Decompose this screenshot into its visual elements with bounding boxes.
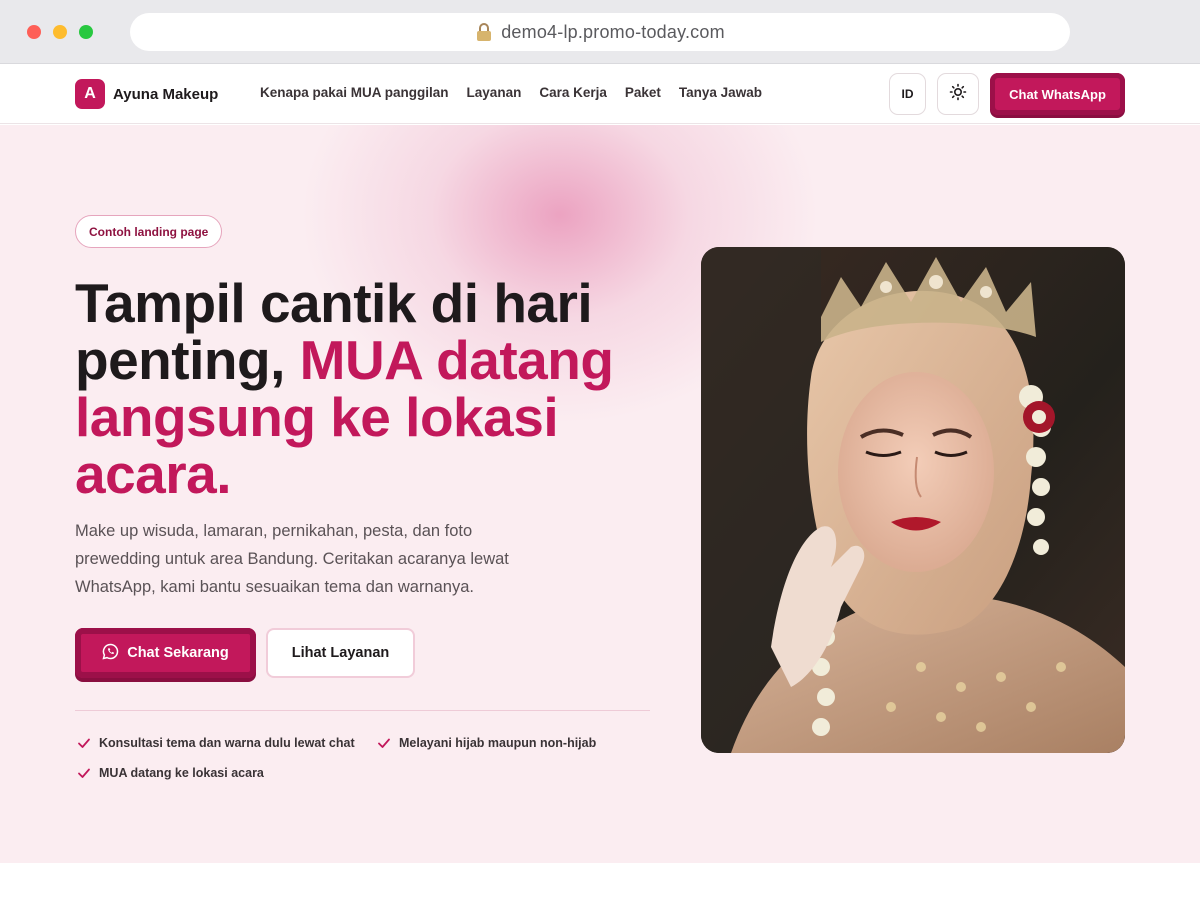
browser-chrome: demo4-lp.promo-today.com	[0, 0, 1200, 64]
hero-photo	[701, 247, 1125, 753]
brand-name[interactable]: Ayuna Makeup	[113, 86, 218, 103]
url-text: demo4-lp.promo-today.com	[501, 21, 725, 42]
nav-link-cara-kerja[interactable]: Cara Kerja	[539, 85, 607, 100]
hero-badge: Contoh landing page	[75, 215, 223, 248]
feature-item: Konsultasi tema dan warna dulu lewat cha…	[77, 736, 355, 750]
check-icon	[378, 738, 390, 748]
feature-item: MUA datang ke lokasi acara	[77, 766, 264, 780]
feature-label: Melayani hijab maupun non-hijab	[399, 736, 597, 750]
hero-divider	[75, 710, 650, 711]
nav-link-paket[interactable]: Paket	[625, 85, 661, 100]
feature-label: Konsultasi tema dan warna dulu lewat cha…	[99, 736, 355, 750]
nav-link-tanya-jawab[interactable]: Tanya Jawab	[679, 85, 762, 100]
window-close-button[interactable]	[27, 25, 41, 39]
page-footer-area	[0, 863, 1200, 900]
chat-whatsapp-button[interactable]: Chat WhatsApp	[990, 73, 1125, 115]
hero-description: Make up wisuda, lamaran, pernikahan, pes…	[75, 522, 509, 596]
address-bar[interactable]: demo4-lp.promo-today.com	[130, 13, 1070, 51]
logo-mark[interactable]: A	[75, 79, 105, 109]
hero-section: Contoh landing page Tampil cantik di har…	[0, 125, 1200, 863]
hero-headline: Tampil cantik di hari penting, MUA datan…	[75, 275, 655, 503]
chat-sekarang-label: Chat Sekarang	[127, 645, 229, 661]
language-button[interactable]: ID	[889, 73, 926, 115]
nav-link-layanan[interactable]: Layanan	[467, 85, 522, 100]
feature-label: MUA datang ke lokasi acara	[99, 766, 264, 780]
check-icon	[78, 768, 90, 778]
site-header: A Ayuna Makeup Kenapa pakai MUA panggila…	[0, 64, 1200, 124]
lihat-layanan-button[interactable]: Lihat Layanan	[266, 628, 415, 678]
sun-icon	[949, 83, 967, 106]
nav-link-kenapa[interactable]: Kenapa pakai MUA panggilan	[260, 85, 449, 100]
chat-sekarang-button[interactable]: Chat Sekarang	[75, 628, 256, 678]
nav-menu: Kenapa pakai MUA panggilan Layanan Cara …	[260, 85, 762, 100]
theme-toggle-button[interactable]	[937, 73, 979, 115]
window-minimize-button[interactable]	[53, 25, 67, 39]
lock-icon	[475, 22, 493, 42]
window-maximize-button[interactable]	[79, 25, 93, 39]
feature-item: Melayani hijab maupun non-hijab	[377, 736, 596, 750]
whatsapp-icon	[102, 643, 119, 664]
check-icon	[78, 738, 90, 748]
